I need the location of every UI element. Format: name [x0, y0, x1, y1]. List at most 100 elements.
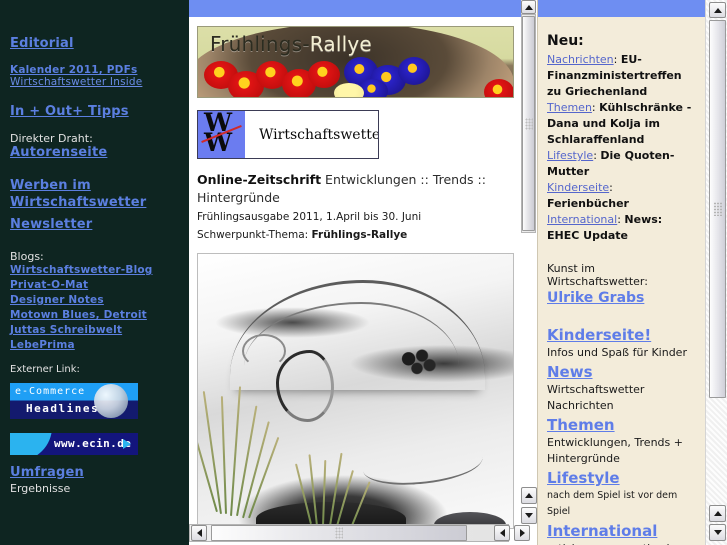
news-item: International: News: EHEC Update — [547, 212, 698, 244]
news-item: Themen: Kühlschränke - Dana und Kolja im… — [547, 100, 698, 148]
banner-ecommerce-line1: e-Commerce — [15, 386, 86, 397]
inner-frame-vertical-scrollbar[interactable] — [521, 0, 536, 247]
kunst-artist-link[interactable]: Ulrike Grabs — [547, 290, 698, 306]
news-category-link[interactable]: Nachrichten — [547, 53, 614, 66]
hero-title: Frühlings-Rallye — [210, 32, 372, 56]
inner-scroll-right-button[interactable] — [514, 525, 530, 541]
banner-ecin-text: www.ecin.de — [54, 437, 132, 450]
left-sidebar: Editorial Kalender 2011, PDFs Wirtschaft… — [0, 0, 189, 545]
inner-scroll-left-button[interactable] — [191, 525, 207, 541]
sidebar-link-autorenseite[interactable]: Autorenseite — [10, 145, 189, 160]
news-headline: Ferienbücher — [547, 197, 629, 210]
sidebar-link-blog-5[interactable]: LebePrima — [10, 338, 189, 353]
issue-line: Frühlingsausgabe 2011, 1.April bis 30. J… — [197, 211, 422, 223]
hero-title-part1: Frühlings- — [210, 32, 310, 56]
news-category-link[interactable]: Lifestyle — [547, 149, 593, 162]
browser-scroll-thumb[interactable] — [709, 20, 726, 398]
triangle-up-icon — [713, 511, 722, 516]
news-category-link[interactable]: Kinderseite — [547, 181, 609, 194]
nav-link-themen[interactable]: Themen — [547, 416, 698, 435]
wirtschaftswetter-logo[interactable]: W W Wirtschaftswetter — [197, 110, 379, 159]
banner-ecin[interactable]: www.ecin.de — [10, 433, 138, 455]
sidebar-label-blogs: Blogs: — [10, 250, 44, 263]
nav-desc-international: articles - news + tips in English — [547, 541, 698, 545]
topic-value: Frühlings-Rallye — [311, 229, 408, 241]
ww-monogram-icon: W W — [198, 111, 245, 158]
inner-vscroll-thumb[interactable] — [522, 16, 535, 231]
inner-scroll-up-button[interactable] — [521, 0, 536, 14]
sidebar-label-externer-link: Externer Link: — [10, 364, 80, 375]
banner-ecommerce-line2: Headlines — [26, 402, 100, 415]
nav-link-news[interactable]: News — [547, 363, 698, 382]
inner-hscroll-thumb[interactable] — [211, 525, 467, 541]
nav-desc-kinderseite: Infos und Spaß für Kinder — [547, 346, 687, 359]
inner-scroll-left-button-2[interactable] — [494, 525, 510, 541]
browser-vertical-scrollbar[interactable] — [705, 0, 727, 545]
triangle-up-icon — [713, 7, 722, 13]
news-separator: : — [609, 181, 613, 194]
sidebar-link-werben-line2[interactable]: Wirtschaftswetter — [10, 195, 189, 210]
sidebar-link-blog-2[interactable]: Designer Notes — [10, 293, 189, 308]
artwork-image: Treibholz-Zeichnung — [198, 254, 513, 528]
right-sidebar: Neu: Nachrichten: EU-Finanzministertreff… — [537, 0, 705, 545]
artwork-driftwood-drawing[interactable]: Treibholz-Zeichnung — [197, 253, 514, 529]
sidebar-link-in-out-tipps[interactable]: In + Out+ Tipps — [10, 104, 189, 119]
sidebar-link-editorial[interactable]: Editorial — [10, 36, 189, 51]
sidebar-link-umfragen[interactable]: Umfragen — [10, 465, 189, 480]
news-separator: : — [613, 53, 621, 66]
news-item: Nachrichten: EU-Finanzministertreffen zu… — [547, 52, 698, 100]
triangle-up-icon — [525, 493, 533, 498]
kunst-label: Kunst im Wirtschaftswetter: — [547, 262, 648, 288]
sidebar-label-direkter-draht: Direkter Draht: — [10, 132, 93, 145]
neu-heading: Neu: — [547, 33, 584, 49]
inner-scroll-up-button-2[interactable] — [521, 487, 537, 504]
hero-banner-spring-flowers: Frühlings-Rallye — [197, 26, 514, 98]
sidebar-link-werben-line1[interactable]: Werben im — [10, 178, 189, 193]
news-item: Lifestyle: Die Quoten-Mutter — [547, 148, 698, 180]
grip-dots-icon — [713, 202, 722, 216]
nav-link-lifestyle[interactable]: Lifestyle — [547, 469, 698, 488]
triangle-left-icon — [196, 529, 202, 537]
banner-ecommerce-headlines[interactable]: e-Commerce Headlines — [10, 383, 138, 419]
browser-scroll-up-button[interactable] — [709, 2, 726, 18]
inner-frame-vscroll-buttons[interactable] — [521, 487, 537, 527]
inner-frame-horizontal-scrollbar[interactable] — [189, 522, 537, 544]
browser-viewport: Editorial Kalender 2011, PDFs Wirtschaft… — [0, 0, 727, 545]
topic-label: Schwerpunkt-Thema: — [197, 229, 312, 241]
sidebar-link-newsletter[interactable]: Newsletter — [10, 217, 189, 232]
play-arrow-icon — [123, 439, 131, 449]
sidebar-link-blog-0[interactable]: Wirtschaftswetter-Blog — [10, 263, 189, 278]
right-top-blue-bar — [538, 0, 705, 17]
sidebar-link-kalender[interactable]: Kalender 2011, PDFs — [10, 64, 189, 76]
sidebar-link-inside[interactable]: Wirtschaftswetter Inside — [10, 76, 189, 88]
logo-brand-text: Wirtschaftswetter — [259, 126, 379, 143]
triangle-up-icon — [524, 4, 533, 10]
hero-title-part2: Rallye — [309, 32, 372, 56]
publication-lead: Online-Zeitschrift Entwicklungen :: Tren… — [197, 171, 497, 243]
top-blue-bar — [189, 0, 521, 17]
news-category-link[interactable]: International — [547, 213, 617, 226]
grip-dots-icon — [524, 117, 533, 130]
nav-link-international[interactable]: International — [547, 522, 698, 541]
nav-desc-themen: Entwicklungen, Trends + Hintergründe — [547, 436, 683, 465]
news-item: Kinderseite: Ferienbücher — [547, 180, 698, 212]
triangle-left-icon — [499, 529, 505, 537]
nav-link-kinderseite[interactable]: Kinderseite! — [547, 326, 698, 345]
sidebar-link-blog-1[interactable]: Privat-O-Mat — [10, 278, 189, 293]
news-category-link[interactable]: Themen — [547, 101, 592, 114]
nav-desc-news: Wirtschaftswetter Nachrichten — [547, 383, 645, 412]
nav-desc-lifestyle: nach dem Spiel ist vor dem Spiel — [547, 490, 678, 517]
triangle-down-icon — [525, 513, 533, 518]
browser-scroll-down-button[interactable] — [709, 524, 726, 541]
sidebar-link-blog-4[interactable]: Juttas Schreibwelt — [10, 323, 189, 338]
lead-bold: Online-Zeitschrift — [197, 172, 322, 187]
right-nav-list: Kinderseite! Infos und Spaß für Kinder N… — [547, 326, 698, 545]
triangle-down-icon — [713, 530, 722, 535]
triangle-right-icon — [519, 529, 525, 537]
grip-dots-icon — [335, 527, 343, 539]
browser-scroll-up-button-2[interactable] — [709, 505, 726, 522]
swoosh-shape — [10, 433, 52, 455]
sidebar-label-ergebnisse: Ergebnisse — [10, 482, 71, 495]
sidebar-link-blog-3[interactable]: Motown Blues, Detroit — [10, 308, 189, 323]
main-content-column: Frühlings-Rallye W W Wirtschaftswetter O… — [189, 0, 521, 545]
